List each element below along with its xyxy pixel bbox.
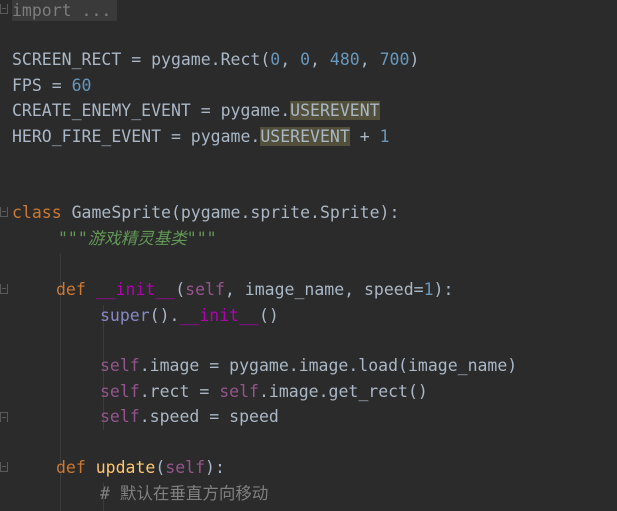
keyword: def bbox=[56, 458, 86, 477]
self-keyword: self bbox=[100, 382, 140, 401]
code-text: .image = pygame.image.load(image_name) bbox=[139, 356, 518, 375]
code-text: ): bbox=[205, 458, 225, 477]
number-literal: 480 bbox=[329, 50, 360, 69]
fold-marker-icon[interactable] bbox=[0, 207, 8, 217]
magic-method-name: __init__ bbox=[179, 306, 259, 325]
code-line-create-enemy-event: CREATE_ENEMY_EVENT = pygame.USEREVENT bbox=[12, 99, 380, 123]
code-text: ( bbox=[155, 458, 166, 477]
keyword: class bbox=[12, 203, 62, 222]
code-line-self-speed: self.speed = speed bbox=[100, 405, 279, 429]
self-keyword: self bbox=[165, 458, 206, 477]
function-name: update bbox=[95, 458, 156, 477]
code-line-docstring: """游戏精灵基类""" bbox=[58, 229, 217, 248]
self-keyword: self bbox=[100, 356, 140, 375]
highlighted-identifier: USEREVENT bbox=[290, 101, 380, 120]
number-literal: 60 bbox=[71, 76, 92, 95]
code-text: .image.get_rect() bbox=[258, 382, 428, 401]
code-line-def-init: def __init__(self, image_name, speed=1): bbox=[56, 278, 453, 302]
number-literal: 0 bbox=[270, 50, 281, 69]
code-text: ): bbox=[433, 280, 454, 299]
code-text: ) bbox=[409, 50, 420, 69]
code-text: GameSprite(pygame.sprite.Sprite): bbox=[61, 203, 400, 222]
highlighted-identifier: USEREVENT bbox=[260, 127, 350, 146]
code-line-super-init: super().__init__() bbox=[100, 304, 279, 328]
keyword: def bbox=[56, 280, 86, 299]
code-line-hero-fire-event: HERO_FIRE_EVENT = pygame.USEREVENT + 1 bbox=[12, 125, 390, 149]
fold-marker-icon[interactable] bbox=[0, 412, 8, 422]
code-text: FPS = bbox=[12, 76, 72, 95]
code-line-comment: # 默认在垂直方向移动 bbox=[100, 484, 269, 503]
code-line-screen-rect: SCREEN_RECT = pygame.Rect(0, 0, 480, 700… bbox=[12, 48, 419, 72]
code-text: + bbox=[349, 127, 380, 146]
folded-imports[interactable]: import ... bbox=[12, 0, 118, 21]
number-literal: 700 bbox=[379, 50, 410, 69]
code-text: , bbox=[359, 50, 380, 69]
code-text: .speed = speed bbox=[139, 407, 279, 426]
number-literal: 1 bbox=[423, 280, 434, 299]
code-text: , bbox=[280, 50, 301, 69]
magic-method-name: __init__ bbox=[95, 280, 176, 299]
code-text: SCREEN_RECT = pygame.Rect( bbox=[12, 50, 271, 69]
code-line-def-update: def update(self): bbox=[56, 456, 225, 480]
fold-marker-icon[interactable] bbox=[0, 284, 8, 294]
code-line-self-rect: self.rect = self.image.get_rect() bbox=[100, 380, 428, 404]
code-line-class-def: class GameSprite(pygame.sprite.Sprite): bbox=[12, 201, 399, 225]
code-text: , bbox=[310, 50, 330, 69]
code-text: (). bbox=[149, 306, 180, 325]
fold-marker-icon[interactable] bbox=[0, 4, 8, 14]
self-keyword: self bbox=[100, 407, 140, 426]
code-text: , image_name, speed= bbox=[224, 280, 424, 299]
builtin-function: super bbox=[100, 306, 150, 325]
code-line-self-image: self.image = pygame.image.load(image_nam… bbox=[100, 354, 517, 378]
fold-marker-icon[interactable] bbox=[0, 462, 8, 472]
number-literal: 0 bbox=[300, 50, 311, 69]
code-text: HERO_FIRE_EVENT = pygame. bbox=[12, 127, 261, 146]
number-literal: 1 bbox=[379, 127, 390, 146]
self-keyword: self bbox=[185, 280, 225, 299]
code-text: ( bbox=[175, 280, 186, 299]
code-editor[interactable]: import ... SCREEN_RECT = pygame.Rect(0, … bbox=[0, 0, 617, 511]
code-text: () bbox=[258, 306, 279, 325]
code-text: CREATE_ENEMY_EVENT = pygame. bbox=[12, 101, 291, 120]
code-text: .rect = bbox=[139, 382, 220, 401]
self-keyword: self bbox=[219, 382, 259, 401]
code-line-fps: FPS = 60 bbox=[12, 74, 91, 98]
